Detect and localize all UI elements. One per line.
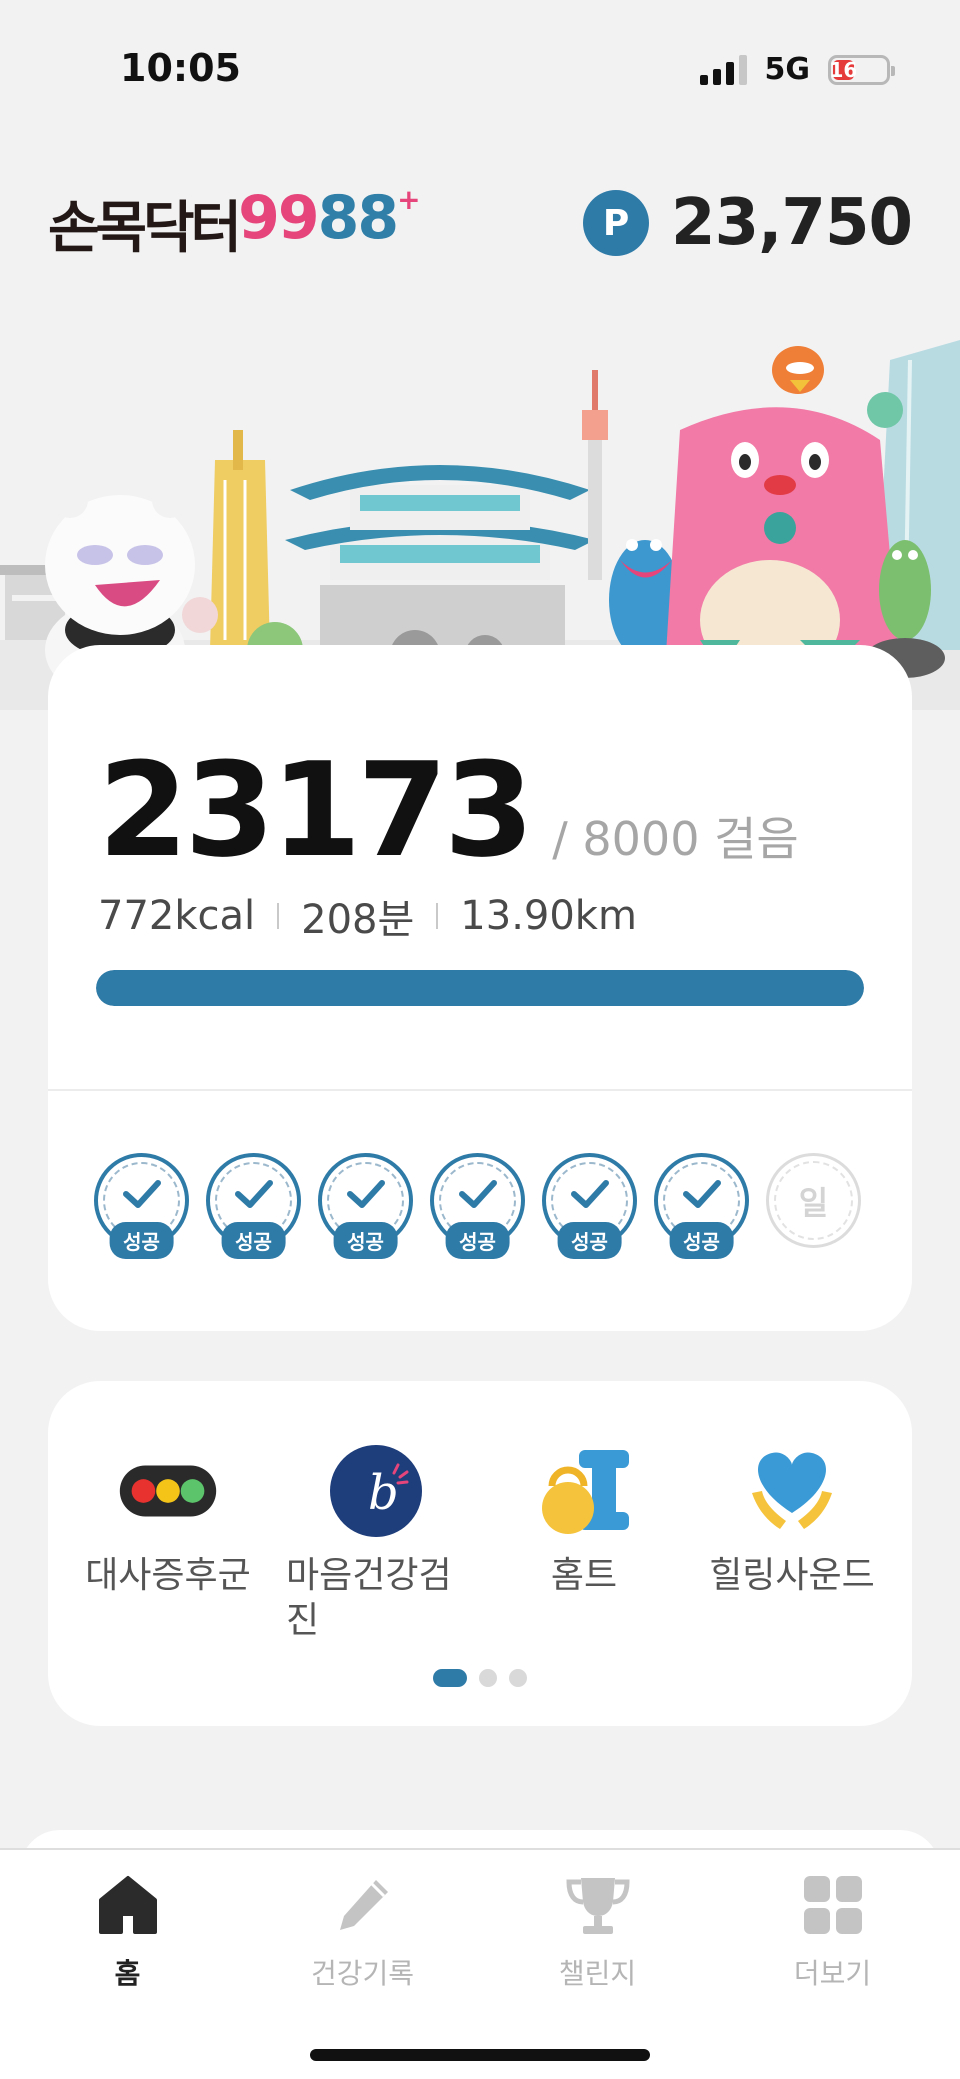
trophy-icon — [565, 1872, 631, 1938]
logo-plus: + — [397, 182, 421, 216]
battery-level: 16 — [829, 58, 857, 82]
step-count: 23173 — [98, 734, 534, 886]
tab-more[interactable]: 더보기 — [733, 1872, 933, 1992]
tab-label: 홈 — [114, 1957, 141, 1990]
pager-dot[interactable] — [479, 1669, 497, 1687]
day-badge-success: 성공 — [430, 1153, 525, 1263]
status-time: 10:05 — [120, 46, 241, 90]
status-bar: 10:05 5G 16 — [0, 0, 960, 110]
seoul-tower-illustration — [582, 370, 608, 580]
tower-illustration — [210, 430, 270, 650]
tab-health-record[interactable]: 건강기록 — [263, 1872, 463, 1992]
status-indicators: 5G 16 — [699, 52, 895, 87]
tab-label: 챌린지 — [558, 1957, 637, 1990]
badge-label: 성공 — [109, 1222, 174, 1259]
menu-item-label: 힐링사운드 — [709, 1555, 875, 1596]
battery-icon: 16 — [828, 54, 895, 85]
menu-item-mind-check[interactable]: b 마음건강검진 — [276, 1441, 476, 1643]
badge-label: 성공 — [557, 1222, 622, 1259]
badge-label: 성공 — [669, 1222, 734, 1259]
traffic-light-icon — [118, 1441, 218, 1541]
step-stats: 772kcal 208분 13.90km — [98, 887, 637, 945]
kettlebell-dumbbell-icon — [534, 1441, 634, 1541]
grid-icon — [800, 1872, 866, 1938]
menu-item-label: 홈트 — [550, 1555, 618, 1596]
menu-item-label: 대사증후군 — [85, 1555, 251, 1596]
badge-today-circle: 일 — [766, 1153, 861, 1248]
menu-item-healing-sound[interactable]: 힐링사운드 — [692, 1441, 892, 1643]
stat-divider — [277, 903, 280, 929]
app-header: 손목닥터 99 88 + P 23,750 — [48, 178, 913, 268]
check-icon — [346, 1179, 385, 1208]
check-icon — [682, 1179, 721, 1208]
logo-number-8: 88 — [317, 182, 399, 253]
minutes-value: 208분 — [301, 897, 415, 943]
points-icon: P — [583, 190, 650, 256]
bottom-tab-bar: 홈 건강기록 챌린지 더보기 — [0, 1848, 960, 2079]
badge-today-label: 일 — [798, 1183, 829, 1222]
step-progress-bar — [96, 970, 864, 1006]
distance-value: 13.90km — [460, 893, 637, 939]
day-badge-today: 일 — [766, 1153, 861, 1263]
badge-label: 성공 — [333, 1222, 398, 1259]
step-summary: 23173 / 8000 걸음 — [98, 745, 799, 875]
points-balance[interactable]: P 23,750 — [583, 186, 913, 260]
check-icon — [458, 1179, 497, 1208]
tab-label: 더보기 — [793, 1957, 872, 1990]
menu-item-label: 마음건강검진 — [286, 1555, 452, 1641]
quick-menu: 대사증후군 b 마음건강검진 홈트 힐링사운드 — [68, 1441, 892, 1643]
home-icon — [95, 1872, 161, 1938]
menu-pager[interactable] — [48, 1669, 912, 1687]
calories-value: 772kcal — [98, 893, 256, 939]
check-icon — [234, 1179, 273, 1208]
check-icon — [122, 1179, 161, 1208]
battery-percent: 16 — [829, 57, 858, 82]
day-badge-success: 성공 — [654, 1153, 749, 1263]
logo-text: 손목닥터 — [48, 195, 242, 261]
badge-label: 성공 — [445, 1222, 510, 1259]
points-value: 23,750 — [671, 186, 913, 260]
app-logo[interactable]: 손목닥터 99 88 + — [48, 183, 421, 264]
heart-hands-icon — [742, 1441, 842, 1541]
quick-menu-card: 대사증후군 b 마음건강검진 홈트 힐링사운드 — [48, 1381, 912, 1726]
signal-icon — [699, 54, 747, 85]
tab-challenge[interactable]: 챌린지 — [498, 1872, 698, 1992]
day-badge-success: 성공 — [206, 1153, 301, 1263]
weekly-badges: 성공 성공 성공 성공 성공 성공 일 — [94, 1153, 861, 1263]
menu-item-home-training[interactable]: 홈트 — [484, 1441, 684, 1643]
mind-check-icon: b — [326, 1441, 426, 1541]
menu-item-metabolic-syndrome[interactable]: 대사증후군 — [68, 1441, 268, 1643]
badge-label: 성공 — [221, 1222, 286, 1259]
bird-mascot-illustration — [772, 346, 824, 394]
stat-divider — [436, 903, 439, 929]
tab-label: 건강기록 — [310, 1957, 415, 1990]
home-indicator — [310, 2049, 650, 2061]
pencil-icon — [330, 1872, 396, 1938]
step-progress-fill — [96, 970, 864, 1006]
network-label: 5G — [764, 52, 811, 87]
check-icon — [570, 1179, 609, 1208]
day-badge-success: 성공 — [318, 1153, 413, 1263]
day-badge-success: 성공 — [94, 1153, 189, 1263]
tab-home[interactable]: 홈 — [28, 1872, 228, 1992]
card-divider — [48, 1089, 912, 1091]
day-badge-success: 성공 — [542, 1153, 637, 1263]
pager-dot[interactable] — [509, 1669, 527, 1687]
step-card[interactable]: 23173 / 8000 걸음 772kcal 208분 13.90km 성공 성… — [48, 645, 912, 1331]
pager-dot-active[interactable] — [433, 1669, 467, 1687]
pink-mascot-illustration — [665, 392, 903, 680]
logo-number-9: 99 — [238, 182, 319, 253]
step-goal: / 8000 걸음 — [552, 812, 799, 866]
